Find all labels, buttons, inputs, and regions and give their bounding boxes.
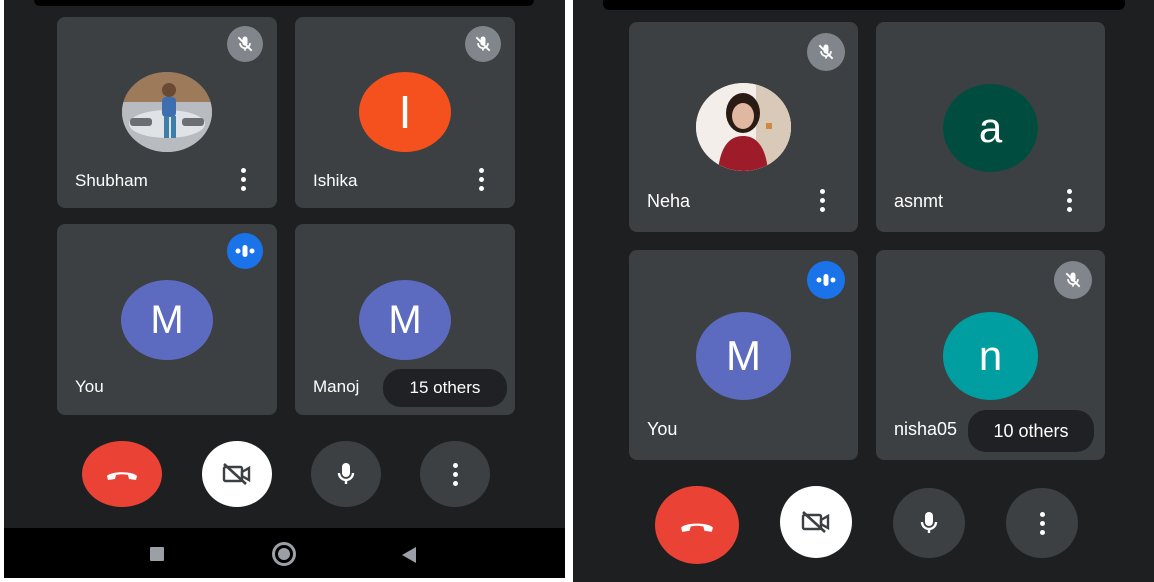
participant-name: Manoj bbox=[313, 377, 360, 396]
camera-toggle-button[interactable] bbox=[202, 441, 272, 507]
others-count-chip[interactable]: 10 others bbox=[968, 410, 1094, 452]
end-call-button[interactable] bbox=[655, 486, 739, 564]
participant-name: nisha05 bbox=[894, 419, 958, 439]
more-options-button[interactable] bbox=[1006, 488, 1078, 558]
participant-tile-shubham[interactable]: Shubham bbox=[57, 17, 277, 208]
microphone-button[interactable] bbox=[311, 441, 381, 507]
participant-photo-avatar bbox=[696, 83, 791, 171]
participant-options-button[interactable] bbox=[817, 189, 827, 212]
recents-nav-button[interactable] bbox=[150, 547, 164, 561]
participant-tile-asnmt[interactable]: a asnmt bbox=[876, 22, 1105, 232]
participant-letter-avatar: n bbox=[943, 312, 1038, 400]
participant-name: You bbox=[75, 377, 104, 396]
participant-letter-avatar: M bbox=[121, 280, 213, 360]
microphone-icon bbox=[337, 463, 355, 484]
microphone-icon bbox=[920, 512, 938, 533]
participant-tile-you[interactable]: M You bbox=[57, 224, 277, 415]
right-call-screen: Neha a asnmt M You n nisha05 10 others bbox=[573, 0, 1154, 582]
status-bar-edge bbox=[34, 0, 534, 6]
participant-name: Shubham bbox=[75, 171, 148, 190]
more-options-icon bbox=[1037, 511, 1047, 535]
speaking-indicator-icon bbox=[227, 233, 263, 269]
participant-options-button[interactable] bbox=[238, 168, 248, 191]
end-call-button[interactable] bbox=[82, 441, 162, 507]
participant-options-button[interactable] bbox=[1064, 189, 1074, 212]
status-bar-edge bbox=[603, 0, 1125, 10]
camera-off-icon bbox=[801, 511, 830, 533]
participant-letter-avatar: a bbox=[943, 84, 1038, 172]
back-nav-button[interactable] bbox=[402, 547, 416, 563]
participant-name: asnmt bbox=[894, 191, 944, 211]
participant-options-button[interactable] bbox=[476, 168, 486, 191]
participant-name: You bbox=[647, 419, 678, 439]
speaking-indicator-icon bbox=[807, 261, 845, 299]
mic-muted-icon bbox=[227, 26, 263, 62]
hang-up-icon bbox=[681, 523, 713, 532]
participant-letter-avatar: M bbox=[696, 312, 791, 400]
microphone-button[interactable] bbox=[893, 488, 965, 558]
more-options-icon bbox=[450, 462, 460, 486]
participant-letter-avatar: I bbox=[359, 72, 451, 152]
camera-toggle-button[interactable] bbox=[780, 486, 852, 558]
participant-name: Neha bbox=[647, 191, 691, 211]
participant-tile-ishika[interactable]: I Ishika bbox=[295, 17, 515, 208]
participant-tile-you[interactable]: M You bbox=[629, 250, 858, 460]
mic-muted-icon bbox=[807, 33, 845, 71]
participant-name: Ishika bbox=[313, 171, 358, 190]
hang-up-icon bbox=[107, 472, 137, 480]
others-count-chip[interactable]: 15 others bbox=[383, 369, 507, 407]
mic-muted-icon bbox=[1054, 261, 1092, 299]
camera-off-icon bbox=[222, 463, 251, 485]
participant-letter-avatar: M bbox=[359, 280, 451, 360]
participant-photo-avatar bbox=[122, 72, 212, 152]
mic-muted-icon bbox=[465, 26, 501, 62]
left-call-screen: Shubham I Ishika M You M Manoj 15 others bbox=[4, 0, 565, 578]
system-navigation-bar bbox=[4, 528, 565, 578]
participant-tile-neha[interactable]: Neha bbox=[629, 22, 858, 232]
more-options-button[interactable] bbox=[420, 441, 490, 507]
home-nav-button[interactable] bbox=[272, 542, 296, 566]
